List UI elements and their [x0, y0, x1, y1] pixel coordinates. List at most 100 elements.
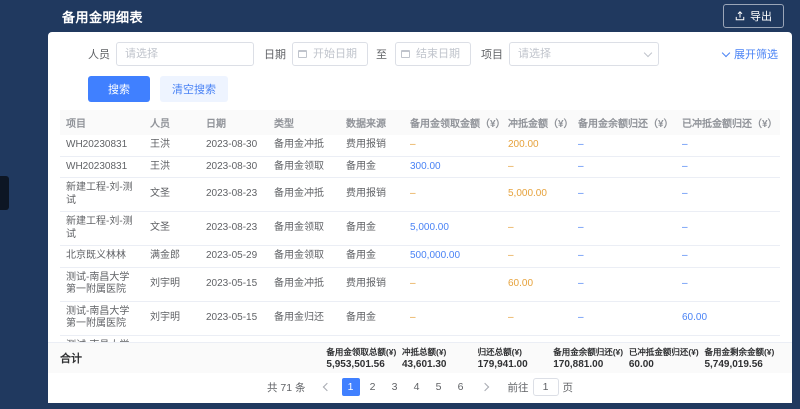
export-label: 导出 — [750, 8, 772, 24]
table-cell: 费用报销 — [340, 267, 404, 301]
summary-item-value: 5,749,019.56 — [704, 359, 780, 370]
person-filter: 人员 — [88, 42, 254, 66]
page-button[interactable]: 6 — [452, 378, 470, 396]
column-header-label: 已冲抵金额归还（¥） — [682, 119, 778, 130]
table-cell: 新建工程-刘-测试 — [60, 212, 144, 246]
table-cell: – — [676, 156, 780, 178]
summary-item-label: 归还总额(¥) — [478, 346, 554, 358]
person-select-input[interactable] — [116, 42, 254, 66]
table-cell: 测试-南昌大学第一附属医院 — [60, 335, 144, 342]
page-button[interactable]: 4 — [408, 378, 426, 396]
page-button[interactable]: 3 — [386, 378, 404, 396]
table-cell: 费用报销 — [340, 135, 404, 156]
side-drawer-handle[interactable] — [0, 176, 9, 210]
table-body: WH20230831王洪2023-08-30备用金冲抵费用报销–200.00––… — [60, 135, 780, 342]
calendar-icon — [298, 50, 307, 58]
calendar-icon — [401, 50, 410, 58]
table-row[interactable]: 测试-南昌大学第一附属医院刘宇明2023-05-15备用金冲抵费用报销–60.0… — [60, 267, 780, 301]
clear-search-button[interactable]: 清空搜索 — [160, 76, 228, 102]
summary-item-label: 已冲抵金额归还(¥) — [629, 346, 705, 358]
table-cell: – — [676, 267, 780, 301]
table-cell: – — [572, 267, 676, 301]
table-cell: 2023-05-15 — [200, 267, 268, 301]
table-cell: 5,000.00 — [502, 178, 572, 212]
table-cell: 备用金领取 — [268, 335, 340, 342]
prev-page-button[interactable] — [318, 378, 336, 396]
filter-bar: 人员 日期 至 项目 展开筛选 — [48, 32, 792, 72]
goto-label: 前往 — [508, 380, 529, 395]
summary-items: 备用金领取总额(¥)5,953,501.56冲抵总额(¥)43,601.30归还… — [326, 346, 780, 370]
column-header[interactable]: 备用金领取金额（¥） — [404, 110, 502, 135]
project-filter-label: 项目 — [481, 46, 503, 62]
table-cell: – — [676, 335, 780, 342]
page-header: 备用金明细表 导出 — [48, 0, 800, 32]
table-row[interactable]: 北京既义林林满金郎2023-05-29备用金领取备用金500,000.00––– — [60, 246, 780, 268]
table-cell: 备用金领取 — [268, 212, 340, 246]
summary-item-value: 60.00 — [629, 359, 705, 370]
table-cell: – — [572, 212, 676, 246]
table-cell: 王洪 — [144, 156, 200, 178]
table-cell: 备用金 — [340, 301, 404, 335]
summary-total-label: 合计 — [60, 350, 326, 366]
content-card: 人员 日期 至 项目 展开筛选 搜 — [48, 32, 792, 403]
table-cell: 备用金 — [340, 335, 404, 342]
table-cell: – — [502, 335, 572, 342]
page-button[interactable]: 1 — [342, 378, 360, 396]
table-cell: 60.00 — [502, 267, 572, 301]
summary-item: 已冲抵金额归还(¥)60.00 — [629, 346, 705, 370]
table-cell: – — [502, 301, 572, 335]
table-row[interactable]: 新建工程-刘-测试文圣2023-08-23备用金领取备用金5,000.00––– — [60, 212, 780, 246]
table-cell: 2023-08-23 — [200, 178, 268, 212]
table-cell: 2023-05-15 — [200, 301, 268, 335]
table-row[interactable]: 新建工程-刘-测试文圣2023-08-23备用金冲抵费用报销–5,000.00–… — [60, 178, 780, 212]
action-bar: 搜索 清空搜索 — [48, 72, 792, 110]
column-header: 项目 — [60, 110, 144, 135]
table-cell: – — [572, 335, 676, 342]
table-row[interactable]: WH20230831王洪2023-08-30备用金冲抵费用报销–200.00–– — [60, 135, 780, 156]
column-header[interactable]: 已冲抵金额归还（¥） — [676, 110, 780, 135]
next-page-button[interactable] — [476, 378, 494, 396]
column-header-label: 人员 — [150, 119, 170, 130]
table-cell: 备用金冲抵 — [268, 135, 340, 156]
table-cell: – — [502, 212, 572, 246]
summary-item-value: 5,953,501.56 — [326, 359, 402, 370]
summary-item: 备用金余额归还(¥)170,881.00 — [553, 346, 629, 370]
column-header-label: 类型 — [274, 119, 294, 130]
table-cell: – — [676, 135, 780, 156]
export-button[interactable]: 导出 — [723, 4, 784, 28]
table-cell: 备用金领取 — [268, 246, 340, 268]
table-cell: 200.00 — [502, 135, 572, 156]
project-select-input[interactable] — [509, 42, 659, 66]
table-cell: 500.00 — [404, 335, 502, 342]
table-row[interactable]: WH20230831王洪2023-08-30备用金领取备用金300.00––– — [60, 156, 780, 178]
summary-item-value: 43,601.30 — [402, 359, 478, 370]
goto-page-input[interactable] — [533, 378, 559, 396]
table-row[interactable]: 测试-南昌大学第一附属医院邵梦泽2023-04-20备用金领取备用金500.00… — [60, 335, 780, 342]
table-cell: 500,000.00 — [404, 246, 502, 268]
column-header-label: 数据来源 — [346, 119, 386, 130]
table-cell: 邵梦泽 — [144, 335, 200, 342]
page-button[interactable]: 5 — [430, 378, 448, 396]
table-cell: WH20230831 — [60, 156, 144, 178]
column-header[interactable]: 冲抵金额（¥） — [502, 110, 572, 135]
table-cell: – — [502, 156, 572, 178]
expand-filters-link[interactable]: 展开筛选 — [723, 46, 778, 62]
goto-page-group: 前往 页 — [508, 378, 574, 396]
table-row[interactable]: 测试-南昌大学第一附属医院刘宇明2023-05-15备用金归还备用金–––60.… — [60, 301, 780, 335]
table-cell: 刘宇明 — [144, 267, 200, 301]
table-cell: – — [676, 212, 780, 246]
table-cell: 北京既义林林 — [60, 246, 144, 268]
total-count-text: 共 71 条 — [267, 380, 306, 395]
chevron-down-icon — [722, 49, 730, 57]
chevron-left-icon — [322, 383, 330, 391]
table-cell: 费用报销 — [340, 178, 404, 212]
column-header[interactable]: 备用金余额归还（¥） — [572, 110, 676, 135]
table-cell: – — [572, 301, 676, 335]
summary-item: 冲抵总额(¥)43,601.30 — [402, 346, 478, 370]
table-container: 项目人员日期类型数据来源备用金领取金额（¥）冲抵金额（¥）备用金余额归还（¥）已… — [48, 110, 792, 342]
page-button[interactable]: 2 — [364, 378, 382, 396]
search-button[interactable]: 搜索 — [88, 76, 150, 102]
pagination-bar: 共 71 条 123456 前往 页 — [48, 373, 792, 403]
summary-item-label: 冲抵总额(¥) — [402, 346, 478, 358]
page-title: 备用金明细表 — [62, 7, 143, 26]
